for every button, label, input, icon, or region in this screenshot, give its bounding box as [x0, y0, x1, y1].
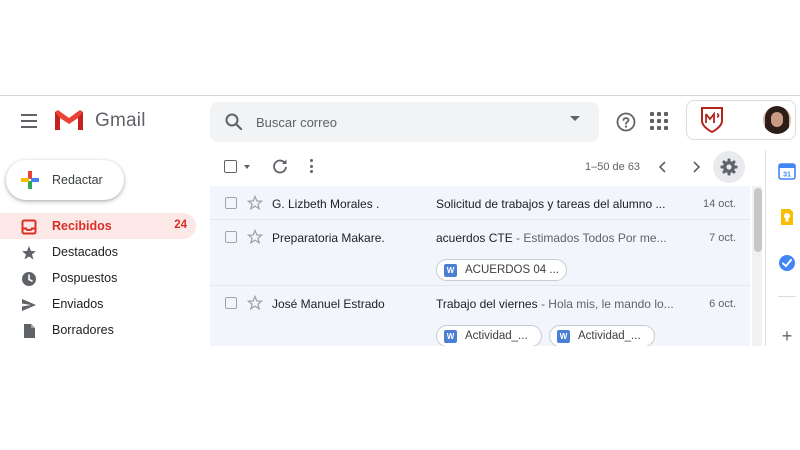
message-sender: Preparatoria Makare.	[272, 231, 385, 245]
list-scrollbar-thumb[interactable]	[754, 188, 762, 252]
message-subject: Solicitud de trabajos y tareas del alumn…	[436, 197, 666, 211]
row-checkbox[interactable]	[225, 231, 237, 243]
star-icon	[22, 246, 36, 260]
message-subject: acuerdos CTE	[436, 231, 513, 245]
sidebar-item-label: Pospuestos	[52, 271, 118, 285]
attachment-chip[interactable]: W Actividad_...	[436, 325, 542, 346]
account-area[interactable]	[686, 100, 796, 140]
apps-grid-icon[interactable]	[650, 112, 668, 130]
message-subject: Trabajo del viernes	[436, 297, 538, 311]
keep-icon[interactable]	[778, 208, 796, 226]
draft-icon	[24, 324, 35, 338]
sidebar-item-label: Destacados	[52, 245, 119, 259]
select-all-checkbox[interactable]	[224, 160, 237, 173]
pagination-range: 1–50 de 63	[585, 161, 641, 173]
message-row[interactable]: José Manuel Estrado Trabajo del viernes …	[210, 286, 750, 346]
message-subject-line: acuerdos CTE - Estimados Todos Por me...	[436, 231, 667, 245]
menu-bar	[21, 120, 37, 122]
star-outline-icon[interactable]	[247, 295, 263, 311]
settings-button[interactable]	[713, 151, 745, 183]
message-sender: José Manuel Estrado	[272, 297, 385, 311]
message-snippet: - Hola mis, le mando lo...	[537, 297, 674, 311]
search-bar[interactable]	[210, 102, 599, 142]
search-icon[interactable]	[224, 112, 244, 132]
side-panel-divider	[765, 150, 766, 346]
more-options-icon[interactable]	[310, 159, 314, 175]
word-doc-icon: W	[444, 264, 457, 277]
svg-text:31: 31	[783, 172, 791, 179]
message-subject-line: Trabajo del viernes - Hola mis, le mando…	[436, 297, 674, 311]
add-addon-plus-icon[interactable]: +	[778, 327, 796, 345]
side-panel-separator	[778, 296, 796, 297]
message-sender: G. Lizbeth Morales .	[272, 197, 380, 211]
attachment-name: ACUERDOS 04 ...	[465, 264, 559, 276]
main-menu-button[interactable]	[16, 110, 42, 134]
chevron-right-icon[interactable]	[689, 160, 703, 174]
send-icon	[22, 299, 36, 311]
sidebar-item-label: Borradores	[52, 323, 114, 337]
compose-button[interactable]: Redactar	[6, 160, 124, 200]
select-options-caret-icon[interactable]	[244, 165, 250, 169]
clock-icon	[22, 272, 36, 286]
row-checkbox[interactable]	[225, 297, 237, 309]
search-input[interactable]	[256, 112, 556, 132]
help-icon[interactable]	[614, 110, 638, 134]
gmail-logo-icon[interactable]	[53, 108, 85, 132]
unread-count-badge: 24	[174, 219, 187, 231]
message-row[interactable]: G. Lizbeth Morales . Solicitud de trabaj…	[210, 186, 750, 220]
compose-plus-icon	[21, 171, 39, 189]
message-subject-line: Solicitud de trabajos y tareas del alumn…	[436, 197, 665, 211]
message-date: 7 oct.	[709, 232, 736, 244]
sidebar-item-drafts[interactable]: Borradores	[0, 317, 196, 343]
calendar-icon[interactable]: 31	[778, 162, 796, 180]
sidebar-item-label: Recibidos	[52, 219, 112, 233]
sidebar-item-inbox[interactable]: Recibidos 24	[0, 213, 196, 239]
attachment-name: Actividad_...	[578, 330, 641, 342]
mail-toolbar: 1–50 de 63	[210, 150, 750, 186]
message-row[interactable]: Preparatoria Makare. acuerdos CTE - Esti…	[210, 220, 750, 286]
user-avatar[interactable]	[763, 106, 791, 134]
inbox-icon	[21, 219, 37, 235]
star-outline-icon[interactable]	[247, 229, 263, 245]
menu-bar	[21, 126, 37, 128]
message-date: 14 oct.	[702, 198, 736, 210]
app-brand[interactable]: Gmail	[95, 110, 146, 132]
search-options-caret-icon[interactable]	[570, 116, 580, 121]
attachment-name: Actividad_...	[465, 330, 528, 342]
sidebar-item-label: Enviados	[52, 297, 104, 311]
star-outline-icon[interactable]	[247, 195, 263, 211]
menu-bar	[21, 114, 37, 116]
compose-label: Redactar	[52, 173, 103, 187]
row-checkbox[interactable]	[225, 197, 237, 209]
message-date: 6 oct.	[709, 298, 736, 310]
gear-icon	[720, 158, 738, 176]
message-snippet: - Estimados Todos Por me...	[512, 231, 667, 245]
sidebar-item-sent[interactable]: Enviados	[0, 291, 196, 317]
word-doc-icon: W	[557, 330, 570, 343]
sidebar-item-snoozed[interactable]: Pospuestos	[0, 265, 196, 291]
message-list: G. Lizbeth Morales . Solicitud de trabaj…	[210, 186, 750, 346]
refresh-icon[interactable]	[272, 158, 288, 174]
word-doc-icon: W	[444, 330, 457, 343]
attachment-chip[interactable]: W Actividad_...	[549, 325, 655, 346]
app-header: Gmail	[0, 96, 800, 148]
attachment-chip[interactable]: W ACUERDOS 04 ...	[436, 259, 567, 281]
chevron-left-icon[interactable]	[656, 160, 670, 174]
sidebar-item-starred[interactable]: Destacados	[0, 239, 196, 265]
tasks-icon[interactable]	[778, 254, 796, 272]
sidebar-nav: Recibidos 24 Destacados Pospuestos Envia…	[0, 213, 198, 343]
organization-shield-icon	[701, 107, 723, 133]
